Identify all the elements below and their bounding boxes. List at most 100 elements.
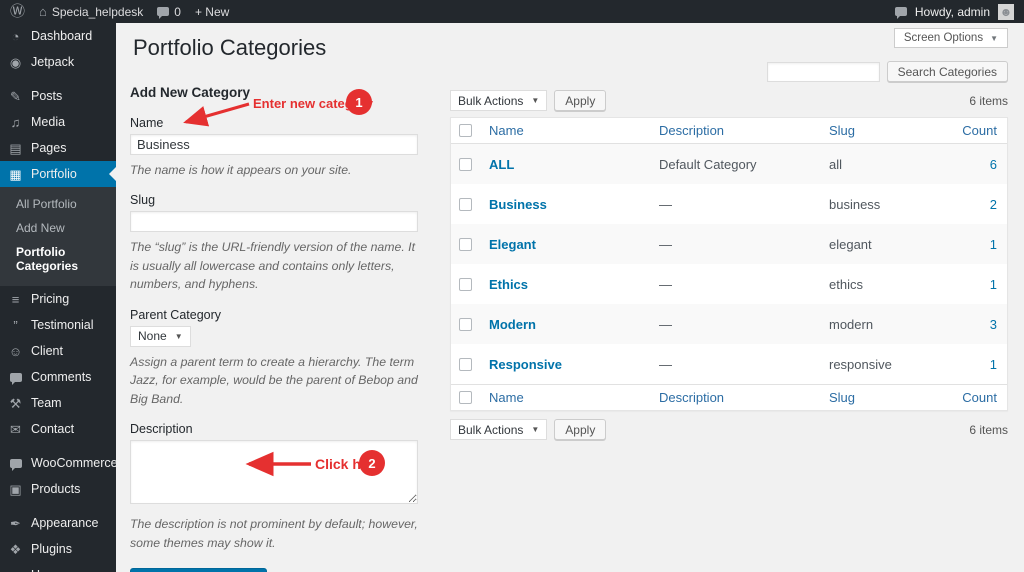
sidebar-item-label: Pages [31, 141, 67, 155]
parent-category-label: Parent Category [130, 307, 222, 322]
slug-field[interactable] [130, 211, 418, 233]
appearance-brush-icon: ✒ [10, 515, 21, 531]
name-help-text: The name is how it appears on your site. [130, 163, 352, 177]
admin-bar: Ⓦ ⌂ Specia_helpdesk 0 + New Howdy, admin… [0, 0, 1024, 23]
sidebar-item-users[interactable]: ☻ Users [0, 562, 116, 572]
category-count-link[interactable]: 6 [937, 157, 1007, 172]
category-name-link[interactable]: Responsive [481, 357, 651, 372]
category-count-link[interactable]: 2 [937, 197, 1007, 212]
name-field[interactable] [130, 134, 418, 155]
category-description: Default Category [659, 156, 757, 172]
sort-name-header[interactable]: Name [481, 123, 651, 138]
sort-count-header[interactable]: Count [937, 123, 1007, 138]
sidebar-item-products[interactable]: ▣ Products [0, 476, 116, 502]
bulk-actions-label: Bulk Actions [458, 93, 524, 108]
site-name-menu[interactable]: ⌂ Specia_helpdesk [39, 5, 143, 19]
sidebar-item-team[interactable]: ⚒ Team [0, 390, 116, 416]
comments-count: 0 [174, 4, 181, 19]
screen-options-button[interactable]: Screen Options ▼ [893, 28, 1008, 48]
category-name-link[interactable]: ALL [481, 157, 651, 172]
sort-description-header[interactable]: Description [651, 390, 821, 405]
row-checkbox[interactable] [459, 277, 472, 291]
new-label: + New [194, 4, 230, 19]
items-count: 6 items [969, 93, 1008, 108]
comments-admin-bar-item[interactable]: 0 [157, 5, 181, 19]
pricing-list-icon: ≡ [11, 291, 20, 307]
sidebar-item-jetpack[interactable]: ◉ Jetpack [0, 49, 116, 75]
sort-slug-header[interactable]: Slug [821, 390, 937, 405]
bulk-actions-select[interactable]: Bulk Actions ▼ [450, 90, 548, 111]
sidebar-item-label: Testimonial [31, 318, 94, 332]
avatar[interactable]: ☻ [998, 3, 1014, 20]
description-help-text: The description is not prominent by defa… [130, 517, 418, 550]
sidebar-item-pages[interactable]: ▤ Pages [0, 135, 116, 161]
category-count-link[interactable]: 1 [937, 237, 1007, 252]
submenu-item-add-new[interactable]: Add New [0, 216, 116, 240]
table-row: Elegant — elegant 1 [451, 224, 1007, 264]
category-count-link[interactable]: 1 [937, 277, 1007, 292]
contact-envelope-icon: ✉ [10, 421, 21, 437]
category-slug: elegant [829, 236, 872, 252]
sidebar-item-appearance[interactable]: ✒ Appearance [0, 510, 116, 536]
row-checkbox[interactable] [459, 237, 472, 251]
submenu-item-all-portfolio[interactable]: All Portfolio [0, 192, 116, 216]
jetpack-icon: ◉ [9, 54, 22, 70]
parent-category-select[interactable]: None ▼ [130, 325, 191, 347]
category-name-link[interactable]: Elegant [481, 237, 651, 252]
sort-slug-header[interactable]: Slug [821, 123, 937, 138]
search-categories-button[interactable]: Search Categories [886, 61, 1008, 82]
category-name-link[interactable]: Business [481, 197, 651, 212]
wordpress-logo-icon: Ⓦ [10, 3, 26, 20]
categories-table-section: Bulk Actions ▼ Apply 6 items Name Descri… [450, 85, 1008, 446]
sidebar-item-woocommerce[interactable]: WooCommerce [0, 450, 118, 476]
items-count: 6 items [969, 422, 1008, 437]
sidebar-item-comments[interactable]: Comments [0, 364, 116, 390]
row-checkbox[interactable] [459, 317, 472, 331]
sort-name-header[interactable]: Name [481, 390, 651, 405]
apply-button[interactable]: Apply [554, 90, 607, 111]
sidebar-item-dashboard[interactable]: ◔ Dashboard [0, 23, 116, 49]
sidebar-item-label: Plugins [31, 542, 72, 556]
search-input[interactable] [766, 61, 880, 82]
client-people-icon: ☺ [8, 343, 23, 359]
sidebar-item-media[interactable]: ♫ Media [0, 109, 116, 135]
sidebar-item-plugins[interactable]: ❖ Plugins [0, 536, 116, 562]
sort-description-header[interactable]: Description [651, 123, 821, 138]
apply-button[interactable]: Apply [554, 419, 607, 440]
sidebar-item-pricing[interactable]: ≡ Pricing [0, 286, 116, 312]
sidebar-item-posts[interactable]: ✎ Posts [0, 83, 116, 109]
category-count-link[interactable]: 1 [937, 357, 1007, 372]
add-new-category-button[interactable]: Add New Category [130, 567, 268, 572]
sidebar-item-client[interactable]: ☺ Client [0, 338, 116, 364]
plugins-plug-icon: ❖ [9, 541, 22, 557]
row-checkbox[interactable] [459, 197, 472, 211]
bulk-actions-select[interactable]: Bulk Actions ▼ [450, 419, 548, 440]
comment-bubble-icon [157, 7, 170, 19]
row-checkbox[interactable] [459, 157, 472, 171]
sidebar-item-testimonial[interactable]: ” Testimonial [0, 312, 116, 338]
sidebar-item-portfolio[interactable]: ▦ Portfolio [0, 161, 116, 187]
table-footer-row: Name Description Slug Count [451, 384, 1007, 410]
comments-bubble-icon [10, 372, 22, 385]
wordpress-logo-menu[interactable]: Ⓦ [10, 4, 25, 19]
portfolio-grid-icon: ▦ [9, 166, 22, 182]
sidebar-separator [0, 75, 116, 83]
team-hammer-icon: ⚒ [9, 395, 22, 411]
row-checkbox[interactable] [459, 357, 472, 371]
sidebar-item-contact[interactable]: ✉ Contact [0, 416, 116, 442]
new-content-menu[interactable]: + New [195, 5, 229, 19]
chat-bubble-icon [894, 7, 907, 19]
category-name-link[interactable]: Ethics [481, 277, 651, 292]
description-field[interactable] [130, 440, 418, 505]
select-all-checkbox[interactable] [459, 124, 472, 137]
add-category-form: Add New Category Name The name is how it… [130, 85, 418, 572]
sidebar-item-label: Portfolio [31, 167, 77, 181]
sidebar-item-label: Jetpack [31, 55, 75, 69]
category-slug: business [829, 196, 881, 212]
select-all-checkbox[interactable] [459, 391, 472, 404]
sort-count-header[interactable]: Count [937, 390, 1007, 405]
submenu-item-portfolio-categories[interactable]: Portfolio Categories [0, 240, 116, 278]
category-count-link[interactable]: 3 [937, 317, 1007, 332]
howdy-menu[interactable]: Howdy, admin [915, 5, 990, 19]
category-name-link[interactable]: Modern [481, 317, 651, 332]
